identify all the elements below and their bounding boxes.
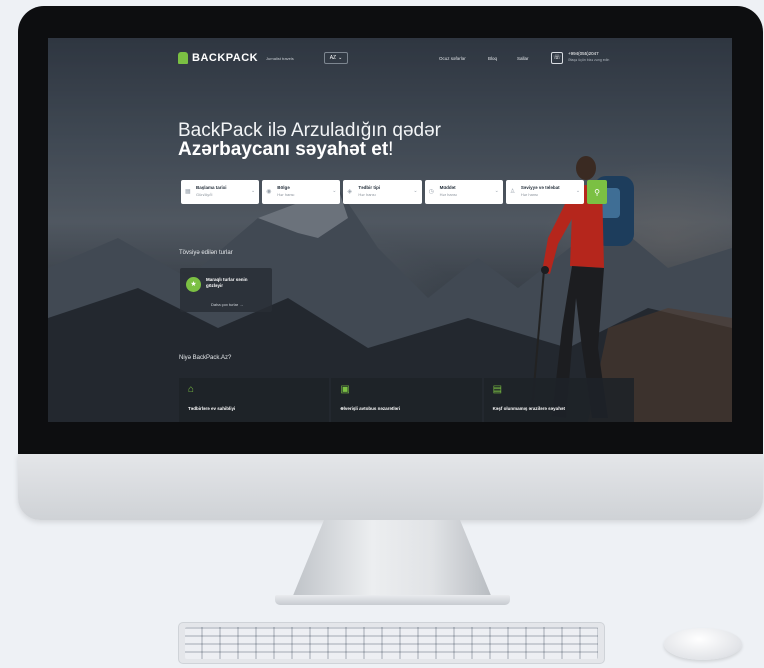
recommended-card-text: Maraqlı turlar sənin gözləyir (206, 277, 248, 288)
chevron-down-icon: ⌄ (338, 55, 343, 61)
feature-card: ▣ Əlverişli avtobus nəzarətləri (331, 378, 482, 422)
backpack-icon (178, 52, 188, 64)
language-selector[interactable]: AZ ⌄ (324, 52, 348, 64)
mouse (664, 628, 742, 660)
duration-field[interactable]: ◷ Müddət Hər hansı ⌄ (424, 180, 503, 204)
brand-logo[interactable]: BACKPACK (178, 52, 258, 64)
region-field[interactable]: ◉ Bölgə Hər hansı ⌄ (262, 180, 341, 204)
phone-number[interactable]: +994(055)2047 (568, 51, 599, 56)
language-label: AZ (329, 55, 337, 61)
clock-icon: ◷ (428, 189, 434, 195)
field-label: Müddət (439, 185, 456, 190)
nav-link-tours[interactable]: Ocuz səfərlər (439, 56, 466, 61)
chevron-down-icon: ⌄ (251, 188, 256, 194)
field-label: Tədbir tipi (358, 185, 381, 190)
tour-search-bar: ▦ Başlama tarixi Gün/Ay/İl ⌄ ◉ Bölgə Hər… (181, 180, 608, 204)
home-icon: ⌂ (188, 384, 195, 395)
brand-name: BACKPACK (192, 52, 259, 64)
phone-note: Əlaqə üçün bizə zəng edin (568, 58, 610, 62)
search-button[interactable]: ⚲ (587, 180, 608, 204)
feature-text: Əlverişli avtobus nəzarətləri (340, 406, 401, 411)
nav-link-other[interactable]: Sallar (517, 56, 529, 61)
chevron-down-icon: ⌄ (332, 188, 337, 194)
field-value: Hər hansı (277, 192, 295, 197)
bus-icon: ▣ (340, 384, 350, 395)
event-type-field[interactable]: ◈ Tədbir tipi Hər hansı ⌄ (343, 180, 422, 204)
feature-card: ⌂ Tədbirlərə ev sahibliyi (179, 378, 330, 422)
recommended-title: Tövsiyə edilən turlar (179, 250, 233, 256)
feature-list: ⌂ Tədbirlərə ev sahibliyi ▣ Əlverişli av… (179, 378, 634, 422)
keyboard-keys (185, 627, 598, 659)
chevron-down-icon: ⌄ (413, 188, 418, 194)
recommended-card[interactable]: ★ Maraqlı turlar sənin gözləyir Daha çox… (180, 268, 272, 312)
brand-tagline: Jurnalist travels (266, 56, 294, 61)
website-screen: BACKPACK Jurnalist travels AZ ⌄ Ocuz səf… (48, 38, 732, 422)
start-date-field[interactable]: ▦ Başlama tarixi Gün/Ay/İl ⌄ (181, 180, 260, 204)
more-tours-link[interactable]: Daha çox turlar → (211, 302, 243, 307)
map-icon: ▤ (492, 384, 503, 395)
monitor-chin (18, 454, 763, 520)
hero-title-exclaim: ! (388, 139, 394, 160)
location-icon: ◉ (266, 189, 272, 195)
hero-title-line2: Azərbaycanı səyahət et! (178, 139, 393, 161)
field-value: Hər hansı (358, 192, 376, 197)
field-value: Hər hansı (520, 192, 539, 197)
feature-text: Tədbirlərə ev sahibliyi (188, 406, 236, 411)
field-value: Hər hansı (439, 192, 457, 197)
whatsapp-icon[interactable]: ☏ (551, 52, 563, 64)
tag-icon: ◈ (347, 189, 353, 195)
monitor-stand (292, 520, 492, 598)
nav-link-blog[interactable]: Bloq (488, 56, 497, 61)
field-label: Bölgə (277, 185, 290, 190)
field-label: Səviyyə və tələbat (520, 185, 560, 190)
chevron-down-icon: ⌄ (575, 188, 581, 194)
why-title: Niyə BackPack.Az? (179, 355, 232, 361)
feature-card: ▤ Kəşf olunmamış ərazilərə səyahət (483, 378, 634, 422)
hero-title-bold: Azərbaycanı səyahət et (178, 139, 389, 160)
field-value: Gün/Ay/İl (196, 192, 213, 197)
monitor-stand-base (275, 595, 510, 605)
level-icon: ♙ (509, 189, 516, 195)
chevron-down-icon: ⌄ (494, 188, 499, 194)
feature-text: Kəşf olunmamış ərazilərə səyahət (492, 406, 565, 411)
keyboard (178, 622, 605, 664)
level-field[interactable]: ♙ Səviyyə və tələbat Hər hansı ⌄ (505, 180, 585, 204)
compass-icon: ★ (186, 277, 201, 292)
search-icon: ⚲ (594, 187, 600, 197)
field-label: Başlama tarixi (196, 185, 227, 190)
calendar-icon: ▦ (185, 189, 191, 195)
